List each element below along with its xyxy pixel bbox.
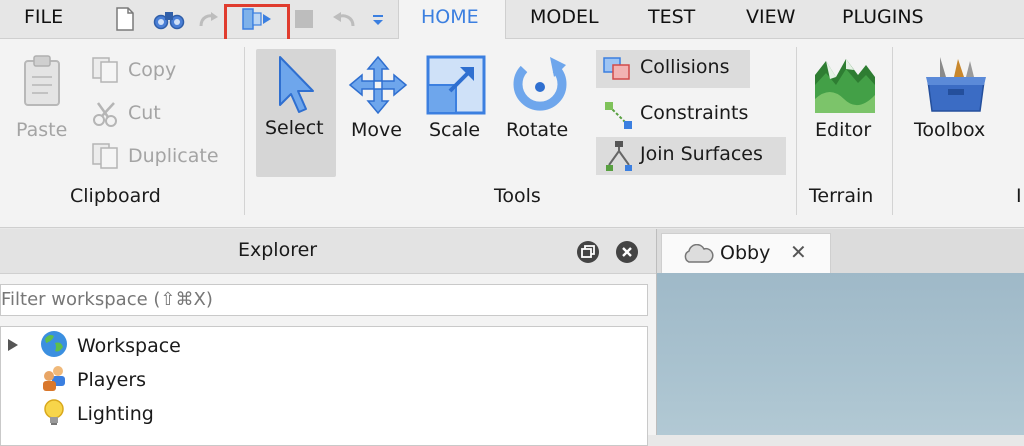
stop-icon[interactable]	[292, 6, 316, 32]
menu-bar: FILE HOME MODEL TEST VIEW PLUGINS	[0, 0, 1024, 39]
file-menu[interactable]: FILE	[24, 6, 63, 28]
tab-home[interactable]: HOME	[398, 0, 506, 39]
divider	[796, 47, 797, 215]
tab-test[interactable]: TEST	[648, 6, 695, 28]
cursor-arrow-icon	[274, 55, 318, 119]
collisions-label: Collisions	[640, 56, 730, 78]
toolbox-button[interactable]: Toolbox	[914, 119, 985, 141]
divider	[244, 47, 245, 215]
redo-icon[interactable]	[196, 6, 222, 32]
document-tab-label: Obby	[720, 242, 771, 264]
terrain-editor-icon[interactable]	[814, 55, 876, 119]
select-label: Select	[265, 117, 324, 139]
document-tab-obby[interactable]: Obby ✕	[661, 233, 831, 273]
tree-item-label: Lighting	[77, 403, 154, 425]
move-arrows-icon[interactable]	[348, 55, 408, 119]
terrain-group-title: Terrain	[809, 185, 874, 207]
cloud-icon	[682, 243, 714, 268]
customize-dropdown-icon[interactable]	[370, 6, 386, 32]
explorer-title: Explorer	[238, 239, 318, 261]
close-icon[interactable]	[615, 240, 639, 268]
tools-group-title: Tools	[494, 185, 541, 207]
paste-button[interactable]: Paste	[16, 119, 67, 141]
close-tab-icon[interactable]: ✕	[790, 240, 807, 264]
join-surfaces-label: Join Surfaces	[640, 143, 763, 165]
binoculars-icon[interactable]	[152, 6, 186, 32]
select-button[interactable]: Select	[256, 49, 336, 177]
tree-item-workspace[interactable]: Workspace	[39, 329, 181, 364]
undock-icon[interactable]	[576, 240, 600, 268]
explorer-panel: Explorer Filter workspace (⇧⌘X) Workspac…	[0, 229, 656, 446]
expand-arrow-icon[interactable]	[7, 337, 19, 356]
duplicate-icon	[92, 143, 120, 173]
partial-group-title: I	[1016, 185, 1022, 207]
cut-button[interactable]: Cut	[128, 102, 161, 124]
scene-view[interactable]	[657, 273, 1024, 435]
tab-view[interactable]: VIEW	[746, 6, 795, 28]
tree-item-label: Workspace	[77, 335, 181, 357]
scale-icon[interactable]	[426, 55, 486, 119]
lightbulb-icon	[39, 397, 69, 432]
constraints-icon	[604, 101, 634, 135]
collisions-icon	[602, 56, 632, 86]
explorer-header: Explorer	[0, 229, 656, 274]
tab-home-label: HOME	[421, 6, 479, 28]
globe-icon	[39, 329, 69, 364]
scale-button[interactable]: Scale	[429, 119, 480, 141]
tree-item-players[interactable]: Players	[39, 365, 146, 395]
viewport: Obby ✕	[656, 229, 1024, 435]
terrain-editor-button[interactable]: Editor	[815, 119, 871, 141]
tab-model[interactable]: MODEL	[530, 6, 599, 28]
constraints-button[interactable]: Constraints	[640, 102, 748, 124]
scissors-icon	[92, 101, 120, 131]
duplicate-button[interactable]: Duplicate	[128, 145, 219, 167]
divider	[892, 47, 893, 215]
ribbon: Paste Copy Cut Duplicate Clipboard Selec…	[0, 39, 1024, 228]
new-file-icon[interactable]	[112, 6, 138, 32]
explorer-tree: Workspace Players Lighting	[0, 326, 648, 446]
clipboard-group-title: Clipboard	[70, 185, 161, 207]
join-surfaces-button[interactable]: Join Surfaces	[596, 137, 786, 175]
filter-workspace-input[interactable]: Filter workspace (⇧⌘X)	[0, 284, 648, 316]
tree-item-lighting[interactable]: Lighting	[39, 397, 154, 432]
collisions-button[interactable]: Collisions	[596, 50, 750, 88]
tree-item-label: Players	[77, 369, 147, 391]
clipboard-icon	[22, 55, 62, 111]
move-button[interactable]: Move	[351, 119, 402, 141]
join-surfaces-icon	[604, 141, 634, 175]
tab-plugins[interactable]: PLUGINS	[842, 6, 924, 28]
toolbox-icon[interactable]	[924, 55, 988, 117]
copy-button[interactable]: Copy	[128, 59, 176, 81]
rotate-button[interactable]: Rotate	[506, 119, 568, 141]
copy-icon	[92, 57, 120, 87]
undo-icon[interactable]	[328, 6, 358, 32]
rotate-icon[interactable]	[510, 55, 570, 119]
players-icon	[39, 363, 69, 398]
